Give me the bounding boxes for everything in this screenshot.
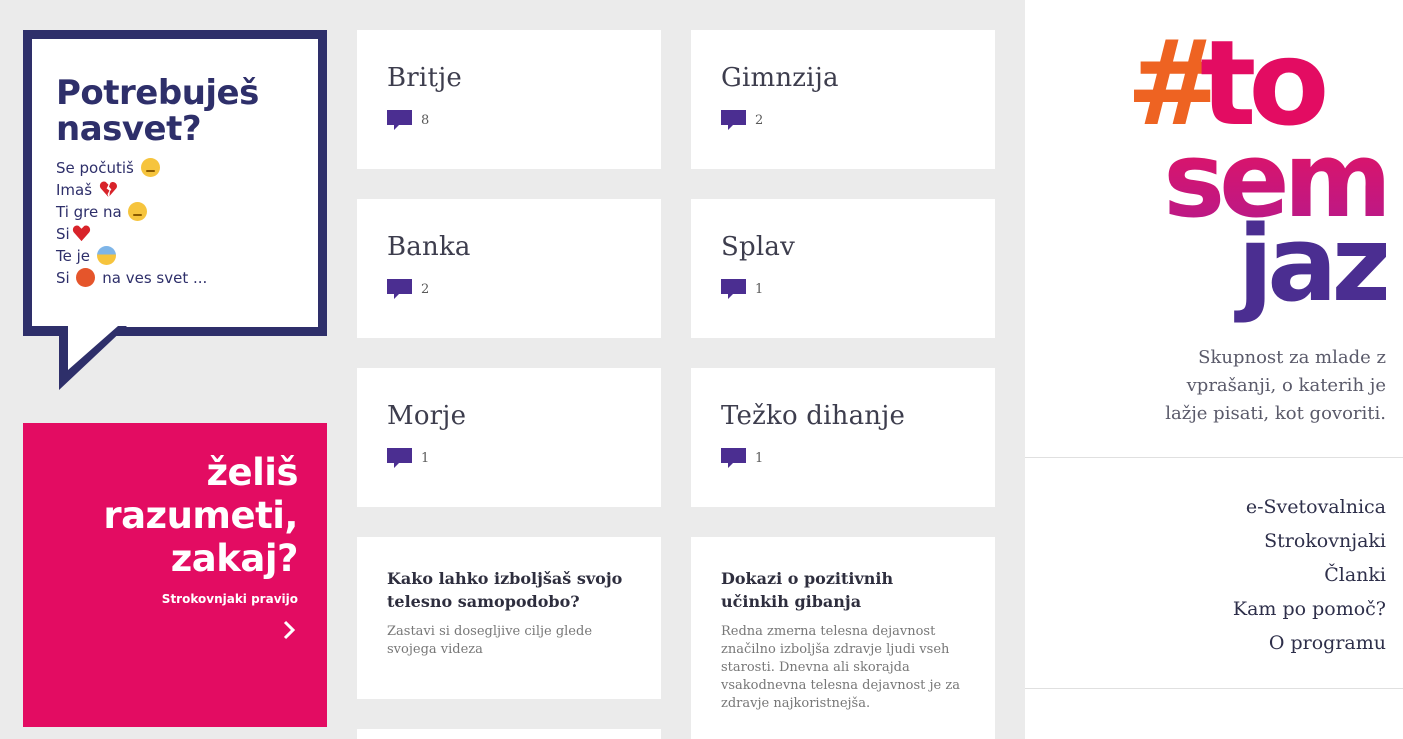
topic-title: Gimnzija — [721, 63, 839, 93]
comment-count: 8 — [421, 112, 430, 128]
topic-card[interactable]: Britje 8 — [357, 30, 661, 169]
comment-count: 1 — [421, 450, 430, 466]
comment-count: 2 — [755, 112, 764, 128]
article-card[interactable]: Kako lahko izboljšaš svojo telesno samop… — [357, 537, 661, 699]
crying-face-icon — [128, 202, 148, 221]
article-card[interactable] — [357, 729, 661, 739]
topic-card[interactable]: Gimnzija 2 — [691, 30, 995, 169]
topic-title: Morje — [387, 401, 467, 431]
mood-item: Si na ves svet ... — [56, 268, 208, 287]
topic-card[interactable]: Morje 1 — [357, 368, 661, 507]
comment-count: 1 — [755, 450, 764, 466]
broken-heart-icon — [99, 180, 118, 199]
comment-count: 1 — [755, 281, 764, 297]
mood-item: Si — [56, 223, 294, 245]
topic-meta: 8 — [387, 110, 631, 130]
disappointed-face-icon — [140, 158, 160, 177]
comment-icon — [721, 448, 746, 468]
comment-icon — [387, 279, 412, 299]
experts-promo-card[interactable]: želiš razumeti, zakaj? Strokovnjaki prav… — [23, 423, 327, 727]
promo-heading: želiš razumeti, zakaj? — [103, 451, 298, 580]
topic-title: Britje — [387, 63, 462, 93]
chevron-right-icon[interactable] — [282, 620, 296, 644]
article-excerpt: Redna zmerna telesna dejavnost značilno … — [721, 624, 960, 711]
comment-icon — [721, 279, 746, 299]
topic-meta: 2 — [721, 110, 965, 130]
advice-bubble[interactable]: Potrebuješ nasvet? Se počutiš Imaš Ti gr… — [23, 30, 327, 336]
topic-meta: 1 — [387, 448, 631, 468]
nav-item-e-svetovalnica[interactable]: e-Svetovalnica — [1233, 490, 1386, 524]
nav-item-o-programu[interactable]: O programu — [1233, 626, 1386, 660]
mood-item: Ti gre na — [56, 201, 294, 223]
comment-icon — [387, 448, 412, 468]
bubble-tail — [23, 326, 127, 390]
topic-meta: 2 — [387, 279, 631, 299]
mood-list: Se počutiš Imaš Ti gre na Si Te je Si na… — [56, 157, 294, 289]
advice-heading: Potrebuješ nasvet? — [56, 73, 259, 149]
article-title: Kako lahko izboljšaš svojo telesno samop… — [387, 569, 623, 611]
fearful-face-icon — [96, 246, 116, 265]
topic-card[interactable]: Banka 2 — [357, 199, 661, 338]
topic-title: Banka — [387, 232, 471, 262]
divider — [1025, 688, 1403, 689]
main-nav: e-Svetovalnica Strokovnjaki Članki Kam p… — [1233, 490, 1386, 660]
red-heart-icon — [72, 224, 91, 243]
nav-item-strokovnjaki[interactable]: Strokovnjaki — [1233, 524, 1386, 558]
topic-title: Težko dihanje — [721, 401, 906, 431]
topic-title: Splav — [721, 232, 795, 262]
nav-item-clanki[interactable]: Članki — [1233, 558, 1386, 592]
comment-icon — [387, 110, 412, 130]
divider — [1025, 457, 1403, 458]
article-title: Dokazi o pozitivnih učinkih gibanja — [721, 569, 894, 611]
right-panel: # to sem jaz Skupnost za mlade z vprašan… — [1025, 0, 1403, 739]
nav-item-kam-po-pomoc[interactable]: Kam po pomoč? — [1233, 592, 1386, 626]
mood-item: Te je — [56, 245, 294, 267]
comment-icon — [721, 110, 746, 130]
topic-meta: 1 — [721, 279, 965, 299]
topic-meta: 1 — [721, 448, 965, 468]
promo-subtitle: Strokovnjaki pravijo — [161, 592, 298, 606]
angry-face-icon — [76, 268, 96, 287]
tosemjaz-logo[interactable]: # to sem jaz — [1126, 24, 1386, 334]
topic-card[interactable]: Splav 1 — [691, 199, 995, 338]
topic-card[interactable]: Težko dihanje 1 — [691, 368, 995, 507]
mood-item: Se počutiš — [56, 157, 294, 179]
mood-item: Imaš — [56, 179, 294, 201]
logo-word-jaz: jaz — [1234, 203, 1386, 325]
comment-count: 2 — [421, 281, 430, 297]
tagline: Skupnost za mlade z vprašanji, o katerih… — [1165, 347, 1386, 424]
article-excerpt: Zastavi si dosegljive cilje glede svojeg… — [387, 624, 593, 657]
article-card[interactable]: Dokazi o pozitivnih učinkih gibanja Redn… — [691, 537, 995, 739]
